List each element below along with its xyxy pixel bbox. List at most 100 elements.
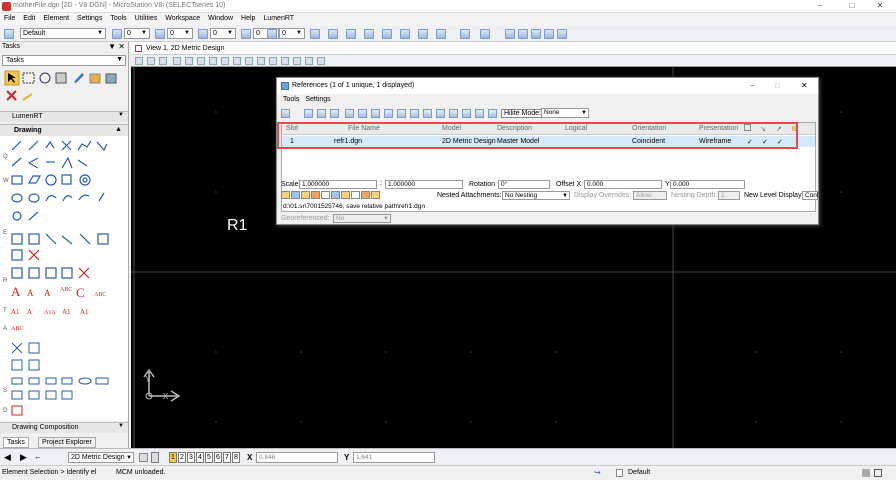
flag-icon[interactable]	[301, 191, 310, 199]
reload-reference-icon[interactable]	[330, 109, 339, 118]
menu-file[interactable]: File	[0, 13, 19, 22]
menu-window[interactable]: Window	[204, 13, 237, 22]
settings-column-icon[interactable]: ⚙	[791, 125, 797, 133]
primary-tools-grid[interactable]	[4, 70, 128, 110]
back-icon[interactable]: ◀	[4, 452, 11, 463]
view-button-6[interactable]: 6	[214, 452, 222, 463]
transparency-combo[interactable]: 0 ▼	[279, 28, 305, 39]
clip-back-icon[interactable]	[475, 109, 484, 118]
clip-mask-icon[interactable]	[305, 57, 313, 65]
attach-reference-icon[interactable]	[304, 109, 313, 118]
undo-icon[interactable]	[400, 29, 410, 39]
scale-reference-input[interactable]: 1.000000	[385, 180, 463, 189]
menu-settings[interactable]: Settings	[299, 94, 330, 103]
transparency-icon[interactable]	[267, 29, 277, 39]
menu-edit[interactable]: Edit	[19, 13, 39, 22]
clip-front-icon[interactable]	[462, 109, 471, 118]
model-icon[interactable]	[139, 453, 148, 462]
models-icon[interactable]	[460, 29, 470, 39]
copy-reference-icon[interactable]	[358, 109, 367, 118]
view-display-icon[interactable]	[147, 57, 155, 65]
col-file-name[interactable]: File Name	[348, 125, 380, 132]
view-button-2[interactable]: 2	[178, 452, 186, 463]
move-reference-icon[interactable]	[345, 109, 354, 118]
linestyle-combo[interactable]: 0 ▼	[167, 28, 193, 39]
flag-icon[interactable]	[331, 191, 340, 199]
offset-y-input[interactable]: 0.000	[670, 180, 745, 189]
col-model[interactable]: Model	[442, 125, 461, 132]
new-level-display-combo[interactable]: Conf	[802, 191, 819, 200]
view-toggle-icon[interactable]	[151, 452, 159, 463]
tasks-combo[interactable]: Tasks ▼	[2, 55, 126, 66]
fit-view-icon[interactable]	[221, 57, 229, 65]
rotate-reference-icon[interactable]	[384, 109, 393, 118]
display-set-icon[interactable]	[317, 57, 325, 65]
maximize-button[interactable]: □	[775, 81, 780, 90]
level-combo[interactable]: Default ▼	[20, 28, 106, 39]
close-button[interactable]: ✕	[866, 1, 894, 12]
zoom-in-icon[interactable]	[185, 57, 193, 65]
col-logical[interactable]: Logical	[565, 125, 587, 132]
clip-volume-icon[interactable]	[293, 57, 301, 65]
locate-checkbox[interactable]: ✓	[777, 138, 783, 146]
flag-icon[interactable]	[361, 191, 370, 199]
new-file-icon[interactable]	[328, 29, 338, 39]
print-icon[interactable]	[382, 29, 392, 39]
view-button-3[interactable]: 3	[187, 452, 195, 463]
mirror-horizontal-icon[interactable]	[397, 109, 406, 118]
display-overrides-combo[interactable]: Allow	[633, 191, 667, 200]
flag-icon[interactable]	[321, 191, 330, 199]
snap-checkbox[interactable]: ✓	[762, 138, 768, 146]
measure-icon[interactable]	[531, 29, 541, 39]
close-button[interactable]: ✕	[801, 81, 808, 90]
clip-boundary-icon[interactable]	[423, 109, 432, 118]
element-info-icon[interactable]	[518, 29, 528, 39]
rotate-view-icon[interactable]	[233, 57, 241, 65]
help-icon[interactable]	[505, 29, 515, 39]
view-button-8[interactable]: 8	[232, 452, 240, 463]
view-presentation-icon[interactable]	[159, 57, 167, 65]
offset-x-input[interactable]: 0.000	[584, 180, 662, 189]
menu-tools[interactable]: Tools	[277, 94, 299, 103]
forward-icon[interactable]: ▶	[20, 452, 27, 463]
nested-attachments-combo[interactable]: No Nesting ▼	[502, 191, 570, 200]
flag-icon[interactable]	[371, 191, 380, 199]
clip-delete-icon[interactable]	[449, 109, 458, 118]
maximize-button[interactable]: □	[838, 1, 866, 12]
snap-column-icon[interactable]: ↘	[760, 125, 766, 133]
minimize-button[interactable]: –	[750, 81, 754, 90]
menu-utilities[interactable]: Utilities	[131, 13, 162, 22]
view-button-4[interactable]: 4	[196, 452, 204, 463]
panel-close-icon[interactable]: ▼ ✕	[108, 42, 125, 51]
flag-icon[interactable]	[351, 191, 360, 199]
snaps-icon[interactable]	[480, 29, 490, 39]
rotation-input[interactable]: 0°	[498, 180, 550, 189]
display-icon[interactable]	[544, 29, 554, 39]
drawing-composition-section[interactable]: Drawing Composition ▼	[0, 422, 128, 433]
detach-reference-icon[interactable]	[317, 109, 326, 118]
weight-icon[interactable]	[198, 29, 208, 39]
y-coordinate-field[interactable]: 1.641	[353, 452, 435, 463]
drawing-section[interactable]: Drawing ▲	[0, 124, 128, 136]
pan-view-icon[interactable]	[245, 57, 253, 65]
view-button-1[interactable]: 1	[169, 452, 177, 463]
weight-combo[interactable]: 0 ▼	[210, 28, 236, 39]
zoom-out-icon[interactable]	[197, 57, 205, 65]
locate-column-icon[interactable]: ↗	[776, 125, 782, 133]
hilite-mode-combo[interactable]: None ▼	[541, 108, 589, 118]
menu-help[interactable]: Help	[237, 13, 259, 22]
tab-project-explorer[interactable]: Project Explorer	[38, 437, 96, 448]
georeferenced-combo[interactable]: No ▼	[333, 214, 391, 223]
list-view-icon[interactable]	[281, 109, 290, 118]
lumenrt-section[interactable]: LumenRT ▼	[0, 111, 128, 122]
flag-icon[interactable]	[281, 191, 290, 199]
drawing-tools-grid[interactable]: A A A ABC C ABC A1 A A1A A1 A1 ABC	[10, 138, 120, 418]
tab-tasks[interactable]: Tasks	[3, 437, 29, 448]
nesting-depth-input[interactable]: 1	[718, 191, 740, 200]
make-direct-icon[interactable]	[488, 109, 497, 118]
update-view-icon[interactable]	[173, 57, 181, 65]
clip-mask-icon[interactable]	[436, 109, 445, 118]
display-checkbox[interactable]: ✓	[747, 138, 753, 146]
col-presentation[interactable]: Presentation	[699, 125, 738, 132]
flag-icon[interactable]	[311, 191, 320, 199]
